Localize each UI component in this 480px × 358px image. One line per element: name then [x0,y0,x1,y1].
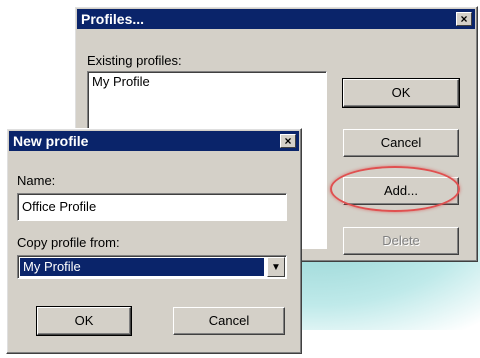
new-profile-title: New profile [13,133,89,149]
copy-profile-label: Copy profile from: [17,235,120,250]
delete-profile-button: Delete [343,227,459,255]
new-profile-dialog: New profile × Name: Office Profile Copy … [6,128,302,354]
profile-list-item[interactable]: My Profile [92,74,150,89]
copy-profile-select[interactable]: My Profile ▼ [17,255,287,279]
copy-profile-selected-text: My Profile [23,259,81,274]
profiles-titlebar: Profiles... × [77,9,475,29]
profiles-ok-button[interactable]: OK [342,78,460,108]
dropdown-arrow-icon[interactable]: ▼ [267,257,285,277]
existing-profiles-label: Existing profiles: [87,53,182,68]
add-button-highlight-ellipse [330,166,460,212]
copy-profile-selected: My Profile [20,258,264,276]
profile-name-field[interactable]: Office Profile [17,193,287,221]
new-profile-close-icon[interactable]: × [280,134,296,148]
new-profile-titlebar: New profile × [9,131,299,151]
name-label: Name: [17,173,56,188]
profile-name-value: Office Profile [22,199,97,214]
new-profile-ok-button[interactable]: OK [36,306,132,336]
profiles-title: Profiles... [81,11,145,27]
new-profile-cancel-button[interactable]: Cancel [173,307,285,335]
profiles-cancel-button[interactable]: Cancel [343,129,459,157]
profiles-close-icon[interactable]: × [456,12,472,26]
